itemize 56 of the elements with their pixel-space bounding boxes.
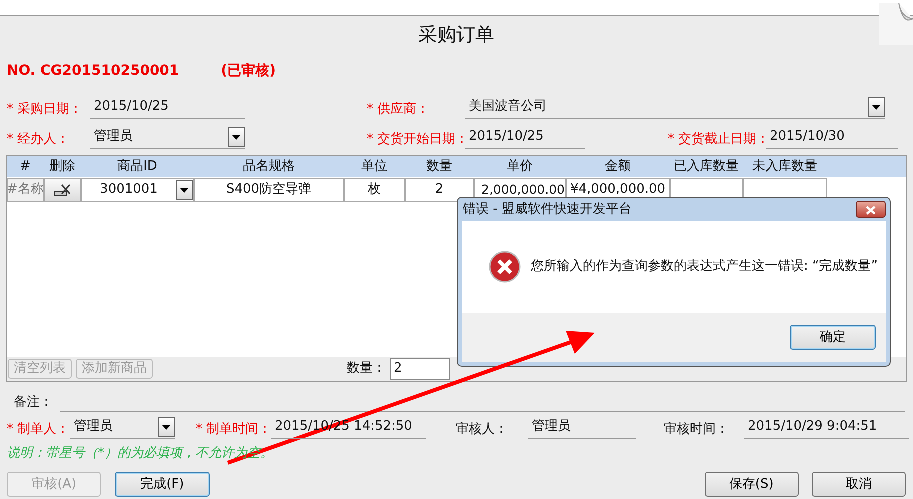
column-header: 单位 bbox=[360, 158, 388, 176]
form-title: 采购订单 bbox=[418, 23, 496, 48]
dropdown-button[interactable] bbox=[868, 97, 885, 117]
dropdown-button[interactable] bbox=[176, 180, 193, 200]
action-button[interactable]: 完成(F) bbox=[115, 472, 210, 497]
quantity-field[interactable]: 2 bbox=[390, 358, 450, 380]
column-header: 数量 bbox=[426, 158, 454, 176]
action-button[interactable]: 取消 bbox=[812, 472, 906, 497]
action-button[interactable]: 保存(S) bbox=[704, 472, 799, 497]
dropdown-button[interactable] bbox=[158, 417, 175, 437]
dropdown-field[interactable]: 管理员 bbox=[90, 127, 245, 149]
dialog-title: 错误 - 盟威软件快速开发平台 bbox=[463, 201, 632, 219]
field-label: * 交货截止日期： bbox=[667, 130, 766, 148]
caret-icon bbox=[162, 424, 171, 430]
caret-icon bbox=[180, 188, 189, 192]
field-label: * 制单时间： bbox=[195, 420, 271, 438]
eraser-icon bbox=[54, 183, 72, 197]
dropdown-field[interactable]: 管理员 bbox=[70, 417, 175, 439]
text-field[interactable]: 2015/10/25 bbox=[90, 97, 245, 119]
dialog-message: 您所输入的作为查询参数的表达式产生这一错误: “完成数量” bbox=[531, 258, 878, 276]
table-cell: 枚 bbox=[344, 178, 405, 202]
dropdown-cell[interactable]: 3001001 bbox=[81, 178, 194, 202]
order-number: NO. CG201510250001 bbox=[7, 62, 180, 80]
ok-button[interactable]: 确定 bbox=[790, 325, 876, 350]
order-status: (已审核) bbox=[221, 62, 276, 80]
column-header: 商品ID bbox=[116, 158, 158, 176]
text-field[interactable]: 2015/10/30 bbox=[766, 127, 898, 149]
field-label: 备注： bbox=[13, 394, 54, 412]
column-header: 删除 bbox=[48, 158, 76, 176]
error-icon bbox=[489, 251, 521, 283]
column-header: # bbox=[19, 158, 32, 176]
close-icon bbox=[866, 206, 876, 215]
page-curl-icon bbox=[879, 3, 913, 45]
column-header: 未入库数量 bbox=[752, 158, 818, 176]
text-field[interactable]: 2015/10/25 bbox=[465, 127, 585, 149]
dropdown-button[interactable] bbox=[228, 127, 245, 147]
field-label: * 交货开始日期： bbox=[366, 130, 465, 148]
delete-button[interactable] bbox=[44, 178, 81, 202]
field-label: * 制单人： bbox=[6, 420, 70, 438]
column-header: 金额 bbox=[604, 158, 632, 176]
text-field[interactable]: 2015/10/29 9:04:51 bbox=[744, 417, 909, 439]
column-header: 已入库数量 bbox=[673, 158, 740, 176]
field-label: 数量： bbox=[347, 360, 386, 378]
text-field[interactable]: 管理员 bbox=[528, 417, 636, 439]
field-label: * 供应商： bbox=[366, 100, 431, 118]
caret-icon bbox=[232, 134, 241, 140]
table-cell: S400防空导弹 bbox=[194, 178, 344, 202]
field-label: * 采购日期： bbox=[6, 100, 84, 118]
dropdown-field[interactable]: 美国波音公司 bbox=[465, 97, 885, 119]
column-header: 单价 bbox=[506, 158, 534, 176]
field-label: 审核时间： bbox=[664, 420, 730, 438]
caret-icon bbox=[872, 104, 881, 110]
close-button[interactable] bbox=[856, 201, 886, 218]
field-label: 审核人： bbox=[456, 420, 509, 438]
field-label: * 经办人： bbox=[6, 130, 71, 148]
column-header: 品名规格 bbox=[242, 158, 296, 176]
